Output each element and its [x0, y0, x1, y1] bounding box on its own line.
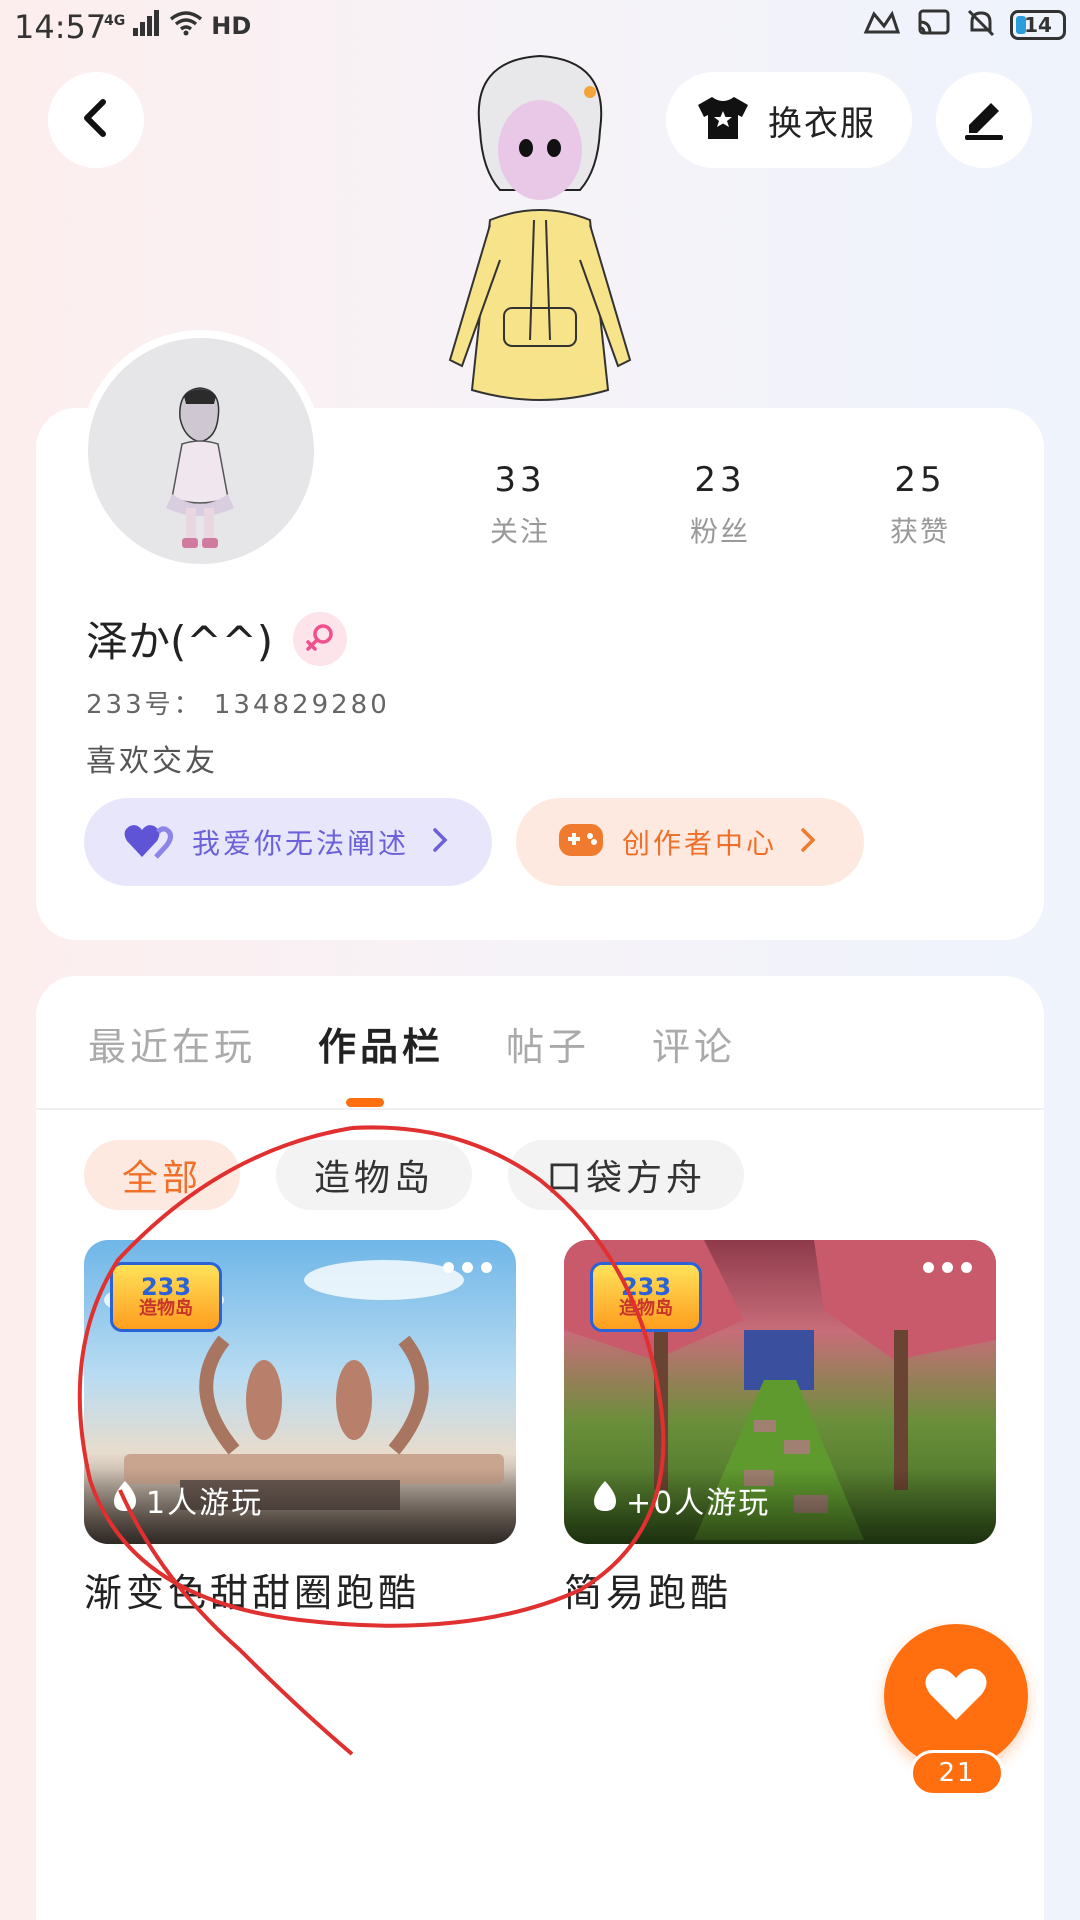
edit-profile-button[interactable] [936, 72, 1032, 168]
filter-chips: 全部 造物岛 口袋方舟 [84, 1140, 745, 1210]
game-badge: 233 造物岛 [110, 1262, 222, 1332]
avatar[interactable] [88, 338, 314, 564]
stat-likes[interactable]: 25 获赞 [820, 460, 1020, 550]
love-status-button[interactable]: 我爱你无法阐述 [84, 798, 492, 886]
game-title[interactable]: 简易跑酷 [564, 1562, 996, 1617]
network-label: 4G [104, 13, 126, 29]
play-count: 1人游玩 [112, 1478, 263, 1522]
love-status-label: 我爱你无法阐述 [192, 827, 410, 860]
gender-badge [293, 611, 348, 666]
chevron-right-icon [799, 826, 817, 858]
badge-number: 233 [620, 1273, 672, 1302]
profile-stats: 33 关注 23 粉丝 25 获赞 [420, 460, 1020, 550]
filter-chip-island[interactable]: 造物岛 [276, 1140, 473, 1210]
tab-indicator [346, 1098, 384, 1107]
cast-icon [916, 8, 952, 42]
play-count-label: +0人游玩 [626, 1486, 771, 1521]
badge-name: 造物岛 [139, 1298, 193, 1320]
game-badge: 233 造物岛 [590, 1262, 702, 1332]
bell-off-icon [966, 8, 996, 42]
stat-following[interactable]: 33 关注 [420, 460, 620, 550]
tab-works[interactable]: 作品栏 [318, 1016, 444, 1071]
tab-comments[interactable]: 评论 [652, 1016, 736, 1071]
filter-chip-all[interactable]: 全部 [84, 1140, 241, 1210]
status-right-icons: 14 [862, 8, 1066, 42]
status-bar: 14:57 4G HD 14 [0, 0, 1080, 56]
game-title[interactable]: 渐变色甜甜圈跑酷 [84, 1562, 516, 1617]
like-button[interactable] [884, 1624, 1028, 1768]
nickname: 泽か(^^) [86, 617, 274, 666]
outfit-label: 换衣服 [768, 103, 876, 144]
nickname-row: 泽か(^^) [86, 608, 348, 669]
chevron-left-icon [79, 98, 113, 142]
more-options-icon[interactable] [923, 1262, 972, 1273]
stat-value: 23 [694, 460, 746, 500]
battery-icon: 14 [1010, 10, 1066, 40]
tab-posts[interactable]: 帖子 [506, 1016, 590, 1071]
heart-icon [924, 1666, 988, 1726]
more-options-icon[interactable] [443, 1262, 492, 1273]
game-thumbnail[interactable]: 233 造物岛 1人游玩 [84, 1240, 516, 1544]
creator-center-label: 创作者中心 [622, 827, 778, 860]
gamepad-icon [558, 822, 604, 862]
filter-chip-ark[interactable]: 口袋方舟 [508, 1140, 745, 1210]
shirt-icon [696, 95, 750, 145]
double-heart-icon [124, 821, 174, 863]
like-count: 21 [910, 1750, 1004, 1796]
female-icon [304, 621, 336, 657]
change-outfit-button[interactable]: 换衣服 [666, 72, 912, 168]
stat-followers[interactable]: 23 粉丝 [620, 460, 820, 550]
fire-icon [592, 1479, 618, 1521]
back-button[interactable] [48, 72, 144, 168]
signal-icon [133, 10, 161, 42]
chevron-right-icon [431, 826, 449, 858]
badge-number: 233 [140, 1273, 192, 1302]
play-count: +0人游玩 [592, 1478, 770, 1522]
stat-label: 关注 [489, 515, 550, 548]
game-thumbnail[interactable]: 233 造物岛 +0人游玩 [564, 1240, 996, 1544]
stat-label: 获赞 [889, 515, 950, 548]
avatar-3d-figure[interactable] [430, 50, 650, 410]
divider [36, 1108, 1044, 1110]
status-left-icons: 4G HD [104, 10, 251, 42]
link-icon [862, 8, 902, 42]
game-card[interactable]: 233 造物岛 +0人游玩 简易跑酷 [564, 1240, 996, 1617]
tab-recently-played[interactable]: 最近在玩 [88, 1016, 256, 1071]
user-id: 233号： 134829280 [86, 690, 390, 720]
bio: 喜欢交友 [86, 744, 218, 779]
stat-value: 25 [894, 460, 946, 500]
hd-icon: HD [211, 12, 252, 40]
play-count-label: 1人游玩 [146, 1486, 264, 1521]
stat-value: 33 [494, 460, 546, 500]
wifi-icon [169, 10, 203, 42]
fire-icon [112, 1479, 138, 1521]
pencil-icon [961, 95, 1007, 145]
game-card[interactable]: 233 造物岛 1人游玩 渐变色甜甜圈跑酷 [84, 1240, 516, 1617]
battery-level: 14 [1024, 13, 1052, 37]
status-time: 14:57 [14, 8, 107, 46]
stat-label: 粉丝 [689, 515, 750, 548]
creator-center-button[interactable]: 创作者中心 [516, 798, 864, 886]
profile-tabs: 最近在玩 作品栏 帖子 评论 [88, 1016, 736, 1071]
badge-name: 造物岛 [619, 1298, 673, 1320]
